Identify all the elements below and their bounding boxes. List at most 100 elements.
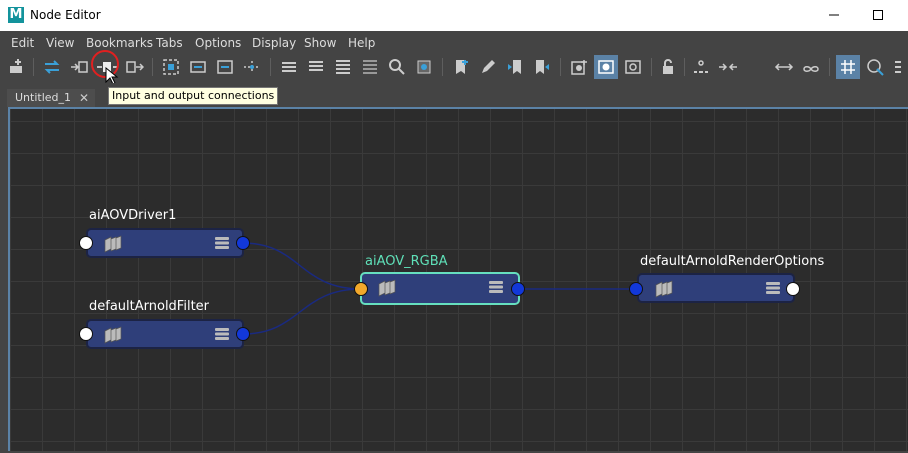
input-connections-button[interactable] — [68, 55, 92, 79]
tab-untitled-1[interactable]: Untitled_1 ✕ — [7, 89, 96, 107]
swap-arrows-icon — [44, 60, 60, 74]
shader-node-icon — [378, 279, 396, 297]
graph-materials-button[interactable] — [412, 55, 436, 79]
toolbar-separator — [152, 58, 153, 76]
node-label: aiAOVDriver1 — [89, 208, 177, 223]
increase-spacing-button[interactable] — [772, 55, 796, 79]
infinity-button[interactable] — [799, 55, 823, 79]
toolbar-separator — [33, 58, 34, 76]
swap-connections-button[interactable] — [40, 55, 64, 79]
menu-view[interactable]: View — [46, 36, 74, 50]
node-label: defaultArnoldFilter — [89, 299, 210, 314]
grid-icon — [841, 60, 855, 74]
node-list-icon — [309, 61, 323, 71]
toggle-swatch-display-button[interactable] — [594, 55, 618, 79]
next-bookmark-button[interactable] — [530, 55, 554, 79]
close-icon[interactable]: ✕ — [79, 89, 89, 107]
input-output-connections-button[interactable] — [91, 50, 119, 85]
pencil-icon — [482, 60, 495, 73]
menu-show[interactable]: Show — [304, 36, 336, 50]
previous-bookmark-icon — [508, 60, 521, 74]
align-nodes-button[interactable] — [240, 55, 264, 79]
attribute-menu-icon[interactable] — [214, 327, 230, 341]
node-label: defaultArnoldRenderOptions — [640, 254, 825, 269]
output-port[interactable] — [236, 236, 250, 250]
connection-wire — [242, 288, 362, 335]
full-view-button[interactable] — [331, 55, 355, 79]
graph-layout-icon — [217, 60, 233, 74]
toolbar-separator — [651, 58, 652, 76]
custom-view-button[interactable] — [358, 55, 382, 79]
menu-help[interactable]: Help — [348, 36, 375, 50]
lock-icon — [663, 59, 673, 74]
decrease-spacing-button[interactable] — [716, 55, 740, 79]
minimize-button[interactable] — [812, 0, 856, 31]
window-title: Node Editor — [30, 8, 101, 22]
lock-button[interactable] — [656, 55, 680, 79]
output-connections-icon — [126, 61, 144, 73]
toolbar: -1 — [0, 50, 908, 133]
app-logo: M — [8, 7, 24, 23]
input-port[interactable] — [79, 236, 93, 250]
swatch-refresh-button[interactable] — [621, 55, 645, 79]
title-bar: M Node Editor — [0, 0, 908, 31]
menu-display[interactable]: Display — [252, 36, 296, 50]
connection-wire — [242, 242, 362, 290]
toolbar-separator — [560, 58, 561, 76]
menu-options[interactable]: Options — [195, 36, 241, 50]
simple-view-button[interactable] — [277, 55, 301, 79]
menu-bar: Edit View Bookmarks Tabs Options Display… — [0, 31, 908, 53]
shader-node-icon — [104, 235, 122, 253]
swatch-icon — [571, 60, 587, 75]
grid-toggle-button[interactable] — [836, 55, 860, 79]
output-port[interactable] — [786, 282, 800, 296]
node-aiaov-rgba[interactable] — [360, 272, 520, 305]
edit-bookmark-button[interactable] — [476, 55, 500, 79]
previous-bookmark-button[interactable] — [503, 55, 527, 79]
connected-view-button[interactable] — [304, 55, 328, 79]
collapse-arrows-icon — [719, 63, 737, 71]
minimize-icon — [829, 14, 839, 16]
input-port[interactable] — [79, 327, 93, 341]
frame-selected-button[interactable] — [186, 55, 210, 79]
maximize-button[interactable] — [856, 0, 900, 31]
align-nodes-icon — [244, 61, 260, 73]
node-defaultarnoldfilter[interactable] — [86, 319, 244, 349]
tab-label: Untitled_1 — [15, 91, 72, 104]
infinity-icon — [803, 66, 819, 72]
attribute-menu-icon[interactable] — [765, 281, 781, 295]
search-button[interactable] — [385, 55, 409, 79]
toolbar-separator — [684, 58, 685, 76]
menu-edit[interactable]: Edit — [11, 36, 34, 50]
search-icon — [389, 59, 405, 75]
attribute-menu-icon[interactable] — [214, 236, 230, 250]
shader-swatch-button[interactable] — [567, 55, 591, 79]
output-port[interactable] — [236, 327, 250, 341]
frame-all-button[interactable] — [159, 55, 183, 79]
menu-tabs[interactable]: Tabs — [156, 36, 183, 50]
add-node-icon — [10, 59, 22, 73]
next-bookmark-icon — [536, 60, 549, 74]
add-node-button[interactable] — [5, 55, 29, 79]
shader-node-icon — [655, 280, 673, 298]
menu-bookmarks[interactable]: Bookmarks — [86, 36, 153, 50]
snap-to-grid-button[interactable] — [863, 55, 887, 79]
node-aiaovdriver1[interactable] — [86, 228, 244, 258]
input-connections-icon — [71, 61, 88, 73]
node-list-icon — [336, 60, 350, 74]
input-port[interactable] — [629, 282, 643, 296]
node-graph-canvas[interactable]: aiAOVDriver1 defaultArnoldFilter aiAOV_R… — [8, 107, 908, 451]
shader-node-icon — [104, 326, 122, 344]
node-defaultarnoldrenderoptions[interactable] — [637, 273, 795, 303]
output-port[interactable] — [511, 282, 525, 296]
frame-all-icon — [163, 59, 179, 75]
graph-layout-button[interactable] — [213, 55, 237, 79]
spacing-icon — [694, 60, 708, 73]
swatch-icon — [625, 60, 641, 74]
more-tools-button[interactable] — [890, 55, 908, 79]
spacing-button[interactable] — [689, 55, 713, 79]
attribute-menu-icon[interactable] — [488, 280, 504, 294]
input-port[interactable] — [354, 282, 368, 296]
add-bookmark-button[interactable] — [449, 55, 473, 79]
output-connections-button[interactable] — [122, 55, 146, 79]
